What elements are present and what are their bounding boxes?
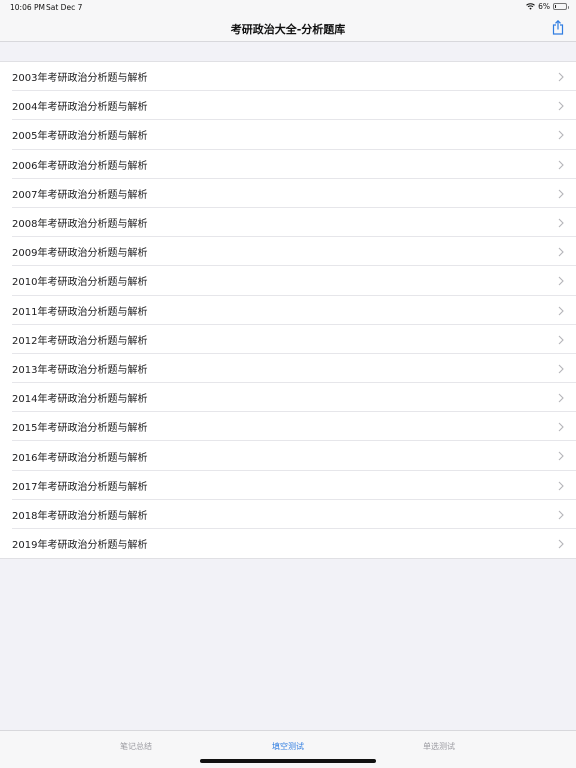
list-item[interactable]: 2014年考研政治分析题与解析 bbox=[0, 383, 576, 413]
chevron-right-icon bbox=[558, 539, 564, 549]
list-item[interactable]: 2012年考研政治分析题与解析 bbox=[0, 325, 576, 355]
list-item-label: 2006年考研政治分析题与解析 bbox=[12, 160, 148, 172]
chevron-right-icon bbox=[558, 335, 564, 345]
list-item[interactable]: 2006年考研政治分析题与解析 bbox=[0, 150, 576, 179]
tab-2[interactable]: 填空测试 bbox=[228, 741, 348, 752]
chevron-right-icon bbox=[558, 130, 564, 140]
list-item-label: 2018年考研政治分析题与解析 bbox=[12, 510, 148, 522]
list-item-label: 2008年考研政治分析题与解析 bbox=[12, 219, 148, 231]
chevron-right-icon bbox=[558, 276, 564, 286]
list-item[interactable]: 2008年考研政治分析题与解析 bbox=[0, 208, 576, 238]
list-item[interactable]: 2011年考研政治分析题与解析 bbox=[0, 296, 576, 325]
chevron-right-icon bbox=[558, 452, 564, 461]
chevron-right-icon bbox=[558, 510, 564, 520]
list-item-label: 2009年考研政治分析题与解析 bbox=[12, 248, 148, 260]
list-item[interactable]: 2017年考研政治分析题与解析 bbox=[0, 471, 576, 501]
list-item-label: 2007年考研政治分析题与解析 bbox=[12, 189, 148, 201]
list-item-label: 2015年考研政治分析题与解析 bbox=[12, 423, 148, 435]
list-item-label: 2012年考研政治分析题与解析 bbox=[12, 335, 148, 347]
status-bar: 10:06 PM Sat Dec 7 6% bbox=[0, 0, 576, 14]
list-item-label: 2019年考研政治分析题与解析 bbox=[12, 540, 148, 552]
battery-percent: 6% bbox=[538, 2, 550, 11]
list-item-label: 2010年考研政治分析题与解析 bbox=[12, 277, 148, 289]
chevron-right-icon bbox=[558, 189, 564, 199]
list-item-label: 2013年考研政治分析题与解析 bbox=[12, 364, 148, 376]
exam-list: 2003年考研政治分析题与解析 2004年考研政治分析题与解析 2005年考研政治分… bbox=[0, 61, 576, 560]
list-item[interactable]: 2016年考研政治分析题与解析 bbox=[0, 441, 576, 471]
status-time: 10:06 PM bbox=[10, 3, 45, 12]
navigation-bar: 考研政治大全-分析题库 bbox=[0, 14, 576, 42]
wifi-icon bbox=[526, 3, 535, 10]
chevron-right-icon bbox=[558, 247, 564, 257]
list-item[interactable]: 2019年考研政治分析题与解析 bbox=[0, 529, 576, 558]
list-item[interactable]: 2013年考研政治分析题与解析 bbox=[0, 354, 576, 384]
tab-3[interactable]: 单选测试 bbox=[379, 741, 499, 752]
list-item-label: 2004年考研政治分析题与解析 bbox=[12, 102, 148, 114]
list-item-label: 2017年考研政治分析题与解析 bbox=[12, 481, 148, 493]
list-item-label: 2016年考研政治分析题与解析 bbox=[12, 452, 148, 464]
chevron-right-icon bbox=[558, 364, 564, 374]
list-item-label: 2011年考研政治分析题与解析 bbox=[12, 306, 148, 318]
chevron-right-icon bbox=[558, 422, 564, 432]
battery-icon bbox=[553, 3, 569, 10]
list-item[interactable]: 2009年考研政治分析题与解析 bbox=[0, 237, 576, 267]
list-item[interactable]: 2003年考研政治分析题与解析 bbox=[0, 62, 576, 92]
chevron-right-icon bbox=[558, 393, 564, 403]
home-indicator bbox=[200, 759, 376, 763]
chevron-right-icon bbox=[558, 72, 564, 82]
list-item[interactable]: 2007年考研政治分析题与解析 bbox=[0, 179, 576, 209]
chevron-right-icon bbox=[558, 306, 564, 315]
page-title: 考研政治大全-分析题库 bbox=[230, 23, 346, 36]
status-date: Sat Dec 7 bbox=[46, 3, 83, 12]
chevron-right-icon bbox=[558, 160, 564, 169]
list-item-label: 2014年考研政治分析题与解析 bbox=[12, 394, 148, 406]
chevron-right-icon bbox=[558, 481, 564, 491]
list-item[interactable]: 2015年考研政治分析题与解析 bbox=[0, 412, 576, 442]
list-item[interactable]: 2010年考研政治分析题与解析 bbox=[0, 266, 576, 296]
chevron-right-icon bbox=[558, 101, 564, 111]
list-item-label: 2003年考研政治分析题与解析 bbox=[12, 73, 148, 85]
list-item[interactable]: 2018年考研政治分析题与解析 bbox=[0, 500, 576, 530]
tab-1[interactable]: 笔记总结 bbox=[76, 741, 196, 752]
share-button[interactable] bbox=[550, 18, 566, 36]
status-indicators: 6% bbox=[526, 2, 569, 11]
list-item-label: 2005年考研政治分析题与解析 bbox=[12, 131, 148, 143]
share-icon bbox=[552, 19, 564, 35]
list-item[interactable]: 2004年考研政治分析题与解析 bbox=[0, 91, 576, 121]
chevron-right-icon bbox=[558, 218, 564, 228]
list-item[interactable]: 2005年考研政治分析题与解析 bbox=[0, 120, 576, 150]
battery-level bbox=[555, 5, 556, 8]
